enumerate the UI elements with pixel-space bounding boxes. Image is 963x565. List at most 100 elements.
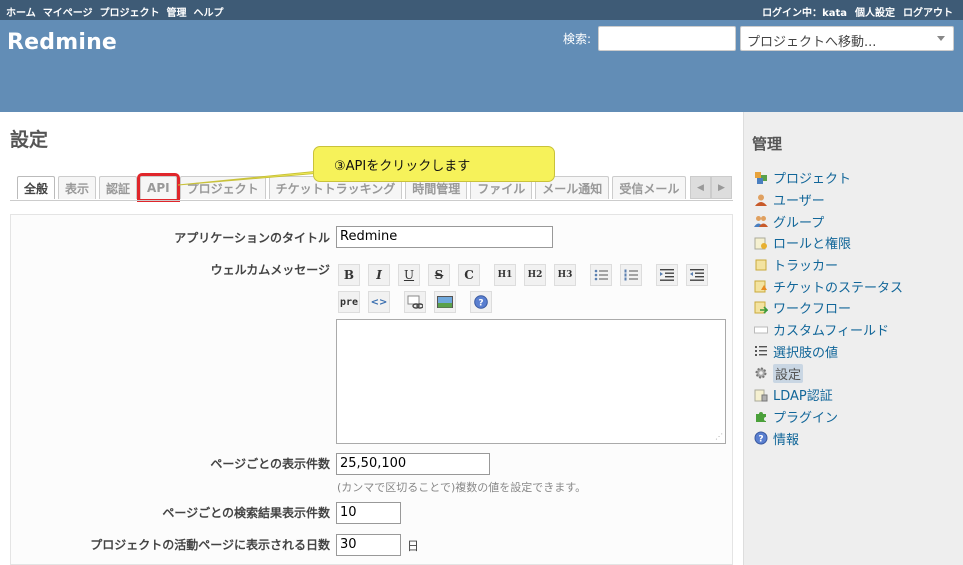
logged-in-label: ログイン中： <box>762 8 823 19</box>
sidebar-item-enumerations[interactable]: 選択肢の値 <box>753 341 903 363</box>
tab-scroll-right-icon[interactable]: ▶ <box>711 176 732 199</box>
heading3-button[interactable]: H3 <box>554 264 576 286</box>
sidebar-item-label: 設定 <box>773 363 804 383</box>
tracker-icon <box>753 257 769 273</box>
tab-api[interactable]: API <box>137 173 180 202</box>
sidebar-item-ldap[interactable]: LDAP認証 <box>753 384 903 406</box>
activity-days-field[interactable]: 30 <box>336 534 401 556</box>
app-title[interactable]: Redmine <box>7 30 117 55</box>
wiki-link-icon <box>407 295 423 309</box>
sidebar-item-label: 選択肢の値 <box>773 345 839 361</box>
sidebar-item-info[interactable]: ? 情報 <box>753 427 903 449</box>
sidebar-title: 管理 <box>752 135 783 153</box>
sidebar-item-issue-statuses[interactable]: チケットのステータス <box>753 275 903 297</box>
header: Redmine 検索: プロジェクトへ移動... <box>0 20 963 112</box>
outdent-icon <box>690 269 704 281</box>
sidebar-item-label: LDAP認証 <box>773 389 833 405</box>
sidebar-item-label: 情報 <box>773 432 800 448</box>
per-page-label: ページごとの表示件数 <box>210 457 330 471</box>
unordered-list-icon <box>594 269 608 281</box>
menu-admin-link[interactable]: 管理 <box>167 4 187 19</box>
current-user-link[interactable]: kata <box>822 8 847 19</box>
search-input[interactable] <box>598 26 736 51</box>
resize-grip-icon[interactable]: ⋰ <box>715 432 723 441</box>
sidebar-item-label: ワークフロー <box>773 302 852 318</box>
plugin-icon <box>753 408 769 424</box>
sidebar-item-label: カスタムフィールド <box>773 324 889 340</box>
bold-button[interactable]: B <box>338 264 360 286</box>
group-icon <box>753 213 769 229</box>
project-jump-label: プロジェクトへ移動... <box>747 35 877 50</box>
svg-text:?: ? <box>478 299 483 309</box>
activity-days-label: プロジェクトの活動ページに表示される日数 <box>90 538 330 552</box>
logged-in-status: ログイン中：kata <box>762 4 847 19</box>
heading2-button[interactable]: H2 <box>524 264 546 286</box>
issue-status-icon <box>753 278 769 294</box>
tab-scroll-left-icon[interactable]: ◀ <box>690 176 711 199</box>
outdent-button[interactable] <box>686 264 708 286</box>
code-button[interactable]: C <box>458 264 480 286</box>
per-page-field[interactable]: 25,50,100 <box>336 453 490 475</box>
sidebar-item-projects[interactable]: プロジェクト <box>753 167 903 189</box>
heading1-button[interactable]: H1 <box>494 264 516 286</box>
menu-projects-link[interactable]: プロジェクト <box>100 4 160 19</box>
tab-display[interactable]: 表示 <box>58 176 97 199</box>
underline-button[interactable]: U <box>398 264 420 286</box>
per-page-hint: (カンマで区切ることで)複数の値を設定できます。 <box>337 481 587 494</box>
tab-authentication[interactable]: 認証 <box>99 176 138 199</box>
sidebar-item-roles[interactable]: ロールと権限 <box>753 232 903 254</box>
unordered-list-button[interactable] <box>590 264 612 286</box>
search-per-page-field[interactable]: 10 <box>336 502 401 524</box>
ldap-icon <box>753 387 769 403</box>
indent-button[interactable] <box>656 264 678 286</box>
sidebar-item-label: チケットのステータス <box>773 280 904 296</box>
app-title-label: アプリケーションのタイトル <box>174 231 330 245</box>
sidebar-item-workflows[interactable]: ワークフロー <box>753 297 903 319</box>
settings-icon <box>753 365 769 381</box>
menu-my-page-link[interactable]: マイページ <box>43 4 93 19</box>
help-icon: ? <box>474 295 488 309</box>
ordered-list-icon <box>624 269 638 281</box>
custom-field-icon <box>753 322 769 338</box>
projects-icon <box>753 170 769 186</box>
wiki-help-button[interactable]: ? <box>470 291 492 313</box>
sidebar-item-label: プラグイン <box>773 410 839 426</box>
tab-incoming-emails[interactable]: 受信メール <box>612 176 687 199</box>
admin-sidebar: 管理 プロジェクト ユーザー グループ ロールと権限 トラッカー チケットのステ… <box>743 112 963 565</box>
indent-icon <box>660 269 674 281</box>
admin-menu: プロジェクト ユーザー グループ ロールと権限 トラッカー チケットのステータス… <box>753 167 903 449</box>
project-jump-select[interactable]: プロジェクトへ移動... <box>740 26 954 51</box>
sidebar-item-settings[interactable]: 設定 <box>753 362 903 384</box>
list-icon <box>753 343 769 359</box>
sidebar-item-users[interactable]: ユーザー <box>753 189 903 211</box>
strikethrough-button[interactable]: S <box>428 264 450 286</box>
wiki-link-button[interactable] <box>404 291 426 313</box>
ordered-list-button[interactable] <box>620 264 642 286</box>
sidebar-item-label: ロールと権限 <box>773 237 852 253</box>
my-account-link[interactable]: 個人設定 <box>855 4 895 19</box>
sidebar-item-plugins[interactable]: プラグイン <box>753 406 903 428</box>
italic-button[interactable]: I <box>368 264 390 286</box>
tab-scroll-controls: ◀ ▶ <box>690 176 732 199</box>
tab-general[interactable]: 全般 <box>17 176 56 199</box>
app-title-field[interactable]: Redmine <box>336 226 553 248</box>
menu-help-link[interactable]: ヘルプ <box>194 4 224 19</box>
image-button[interactable] <box>434 291 456 313</box>
code-highlight-button[interactable]: <> <box>368 291 390 313</box>
tabs-divider <box>10 200 733 201</box>
top-menu: ホーム マイページ プロジェクト 管理 ヘルプ ログイン中：kata 個人設定 … <box>0 0 963 20</box>
menu-home-link[interactable]: ホーム <box>6 4 36 19</box>
search-label: 検索: <box>563 32 592 46</box>
user-icon <box>753 192 769 208</box>
sidebar-item-custom-fields[interactable]: カスタムフィールド <box>753 319 903 341</box>
sidebar-item-label: グループ <box>773 215 825 231</box>
welcome-message-textarea[interactable]: ⋰ <box>336 319 726 444</box>
logout-link[interactable]: ログアウト <box>903 4 953 19</box>
page-title: 設定 <box>10 129 49 151</box>
svg-text:?: ? <box>758 435 763 445</box>
preformatted-button[interactable]: pre <box>338 291 360 313</box>
tab-projects[interactable]: プロジェクト <box>179 176 266 199</box>
instruction-callout: ③APIをクリックします <box>313 146 555 182</box>
sidebar-item-trackers[interactable]: トラッカー <box>753 254 903 276</box>
sidebar-item-groups[interactable]: グループ <box>753 210 903 232</box>
